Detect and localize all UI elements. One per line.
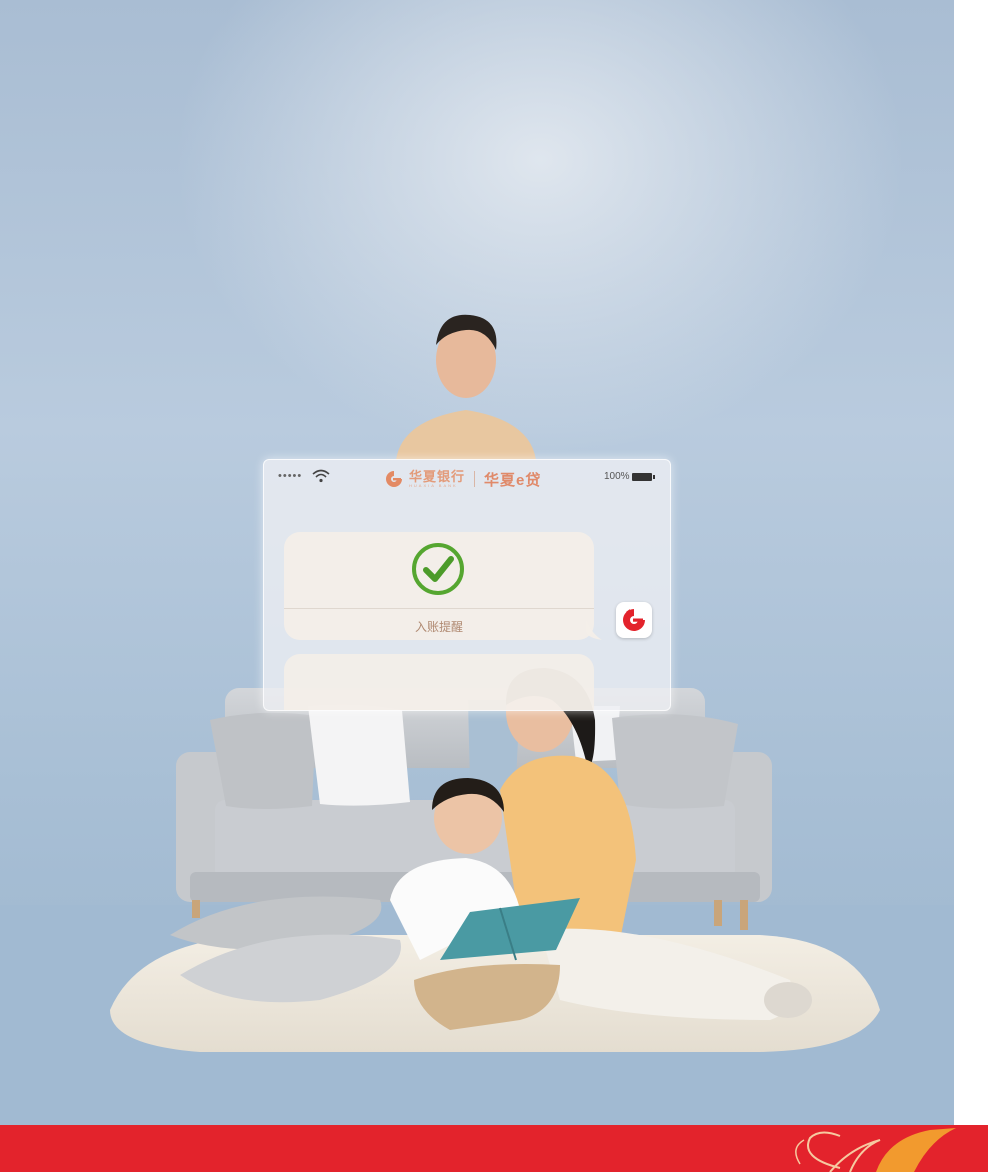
- notification-bubble-secondary: [284, 654, 594, 710]
- huaxia-logo-icon: [386, 471, 402, 487]
- brand-divider: [474, 471, 476, 487]
- battery-icon: [632, 473, 655, 481]
- phone-notification-mock: ••••• 华夏银行 HUAXIA BANK 华夏e贷 100% 入账提醒: [263, 459, 671, 711]
- bank-name-en: HUAXIA BANK: [409, 483, 458, 488]
- product-name: 华夏e贷: [484, 471, 542, 489]
- battery-level: 100%: [604, 471, 630, 482]
- bubble-tail: [586, 620, 602, 640]
- signal-indicator: •••••: [278, 470, 303, 482]
- hero-banner: ••••• 华夏银行 HUAXIA BANK 华夏e贷 100% 入账提醒: [0, 0, 954, 1125]
- bank-brand: 华夏银行 HUAXIA BANK 华夏e贷: [384, 468, 541, 490]
- wifi-icon: [312, 469, 330, 483]
- huaxia-app-icon: [616, 602, 652, 638]
- notification-bubble: 入账提醒: [284, 532, 594, 640]
- bank-name: 华夏银行: [409, 469, 466, 484]
- right-margin: [954, 0, 988, 1125]
- bubble-divider: [284, 608, 594, 609]
- phoenix-swoosh-icon: [795, 1128, 956, 1172]
- check-circle-icon: [412, 543, 464, 595]
- notification-label: 入账提醒: [414, 620, 463, 634]
- phone-status-bar: ••••• 华夏银行 HUAXIA BANK 华夏e贷 100%: [264, 460, 670, 498]
- bank-name-block: 华夏银行 HUAXIA BANK: [409, 470, 465, 488]
